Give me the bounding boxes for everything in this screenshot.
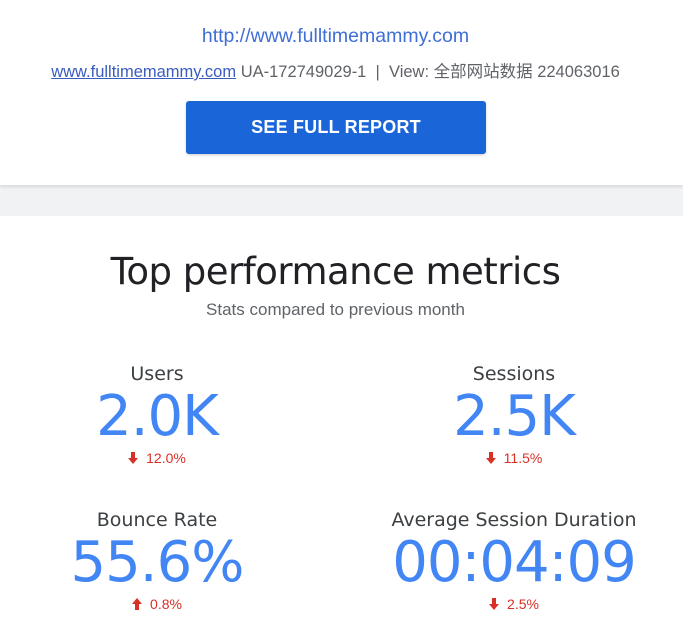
metric-bounce-rate: Bounce Rate 55.6% 0.8% (0, 507, 317, 613)
metric-value: 00:04:09 (392, 530, 637, 595)
metric-change: 12.0% (0, 449, 317, 467)
report-header-card: http://www.fulltimemammy.com www.fulltim… (0, 0, 683, 185)
metric-change: 2.5% (354, 595, 674, 613)
metric-users: Users 2.0K 12.0% (0, 361, 317, 467)
site-url-link[interactable]: http://www.fulltimemammy.com (0, 25, 671, 48)
metric-change: 11.5% (354, 449, 674, 467)
metric-value: 2.5K (453, 384, 576, 449)
metric-change-value: 2.5% (507, 596, 539, 612)
arrow-down-icon (128, 452, 139, 464)
section-title: Top performance metrics (110, 250, 561, 293)
arrow-down-icon (489, 598, 500, 610)
see-full-report-button[interactable]: SEE FULL REPORT (186, 101, 486, 154)
metrics-section: Top performance metrics Stats compared t… (0, 216, 683, 636)
arrow-down-icon (485, 452, 496, 464)
metric-sessions: Sessions 2.5K 11.5% (354, 361, 674, 467)
metric-value: 2.0K (96, 384, 219, 449)
section-divider (0, 185, 683, 216)
metric-change-value: 12.0% (146, 450, 186, 466)
account-view-info: UA-172749029-1 | View: 全部网站数据 224063016 (240, 63, 620, 81)
metric-change: 0.8% (0, 595, 317, 613)
arrow-up-icon (132, 598, 143, 610)
metric-value: 55.6% (70, 530, 245, 595)
metric-change-value: 11.5% (503, 450, 543, 466)
section-subtitle: Stats compared to previous month (206, 300, 465, 319)
domain-link[interactable]: www.fulltimemammy.com (51, 63, 236, 81)
account-info-line: www.fulltimemammy.com UA-172749029-1 | V… (0, 58, 671, 82)
metric-change-value: 0.8% (150, 596, 182, 612)
metric-avg-session-duration: Average Session Duration 00:04:09 2.5% (354, 507, 674, 613)
